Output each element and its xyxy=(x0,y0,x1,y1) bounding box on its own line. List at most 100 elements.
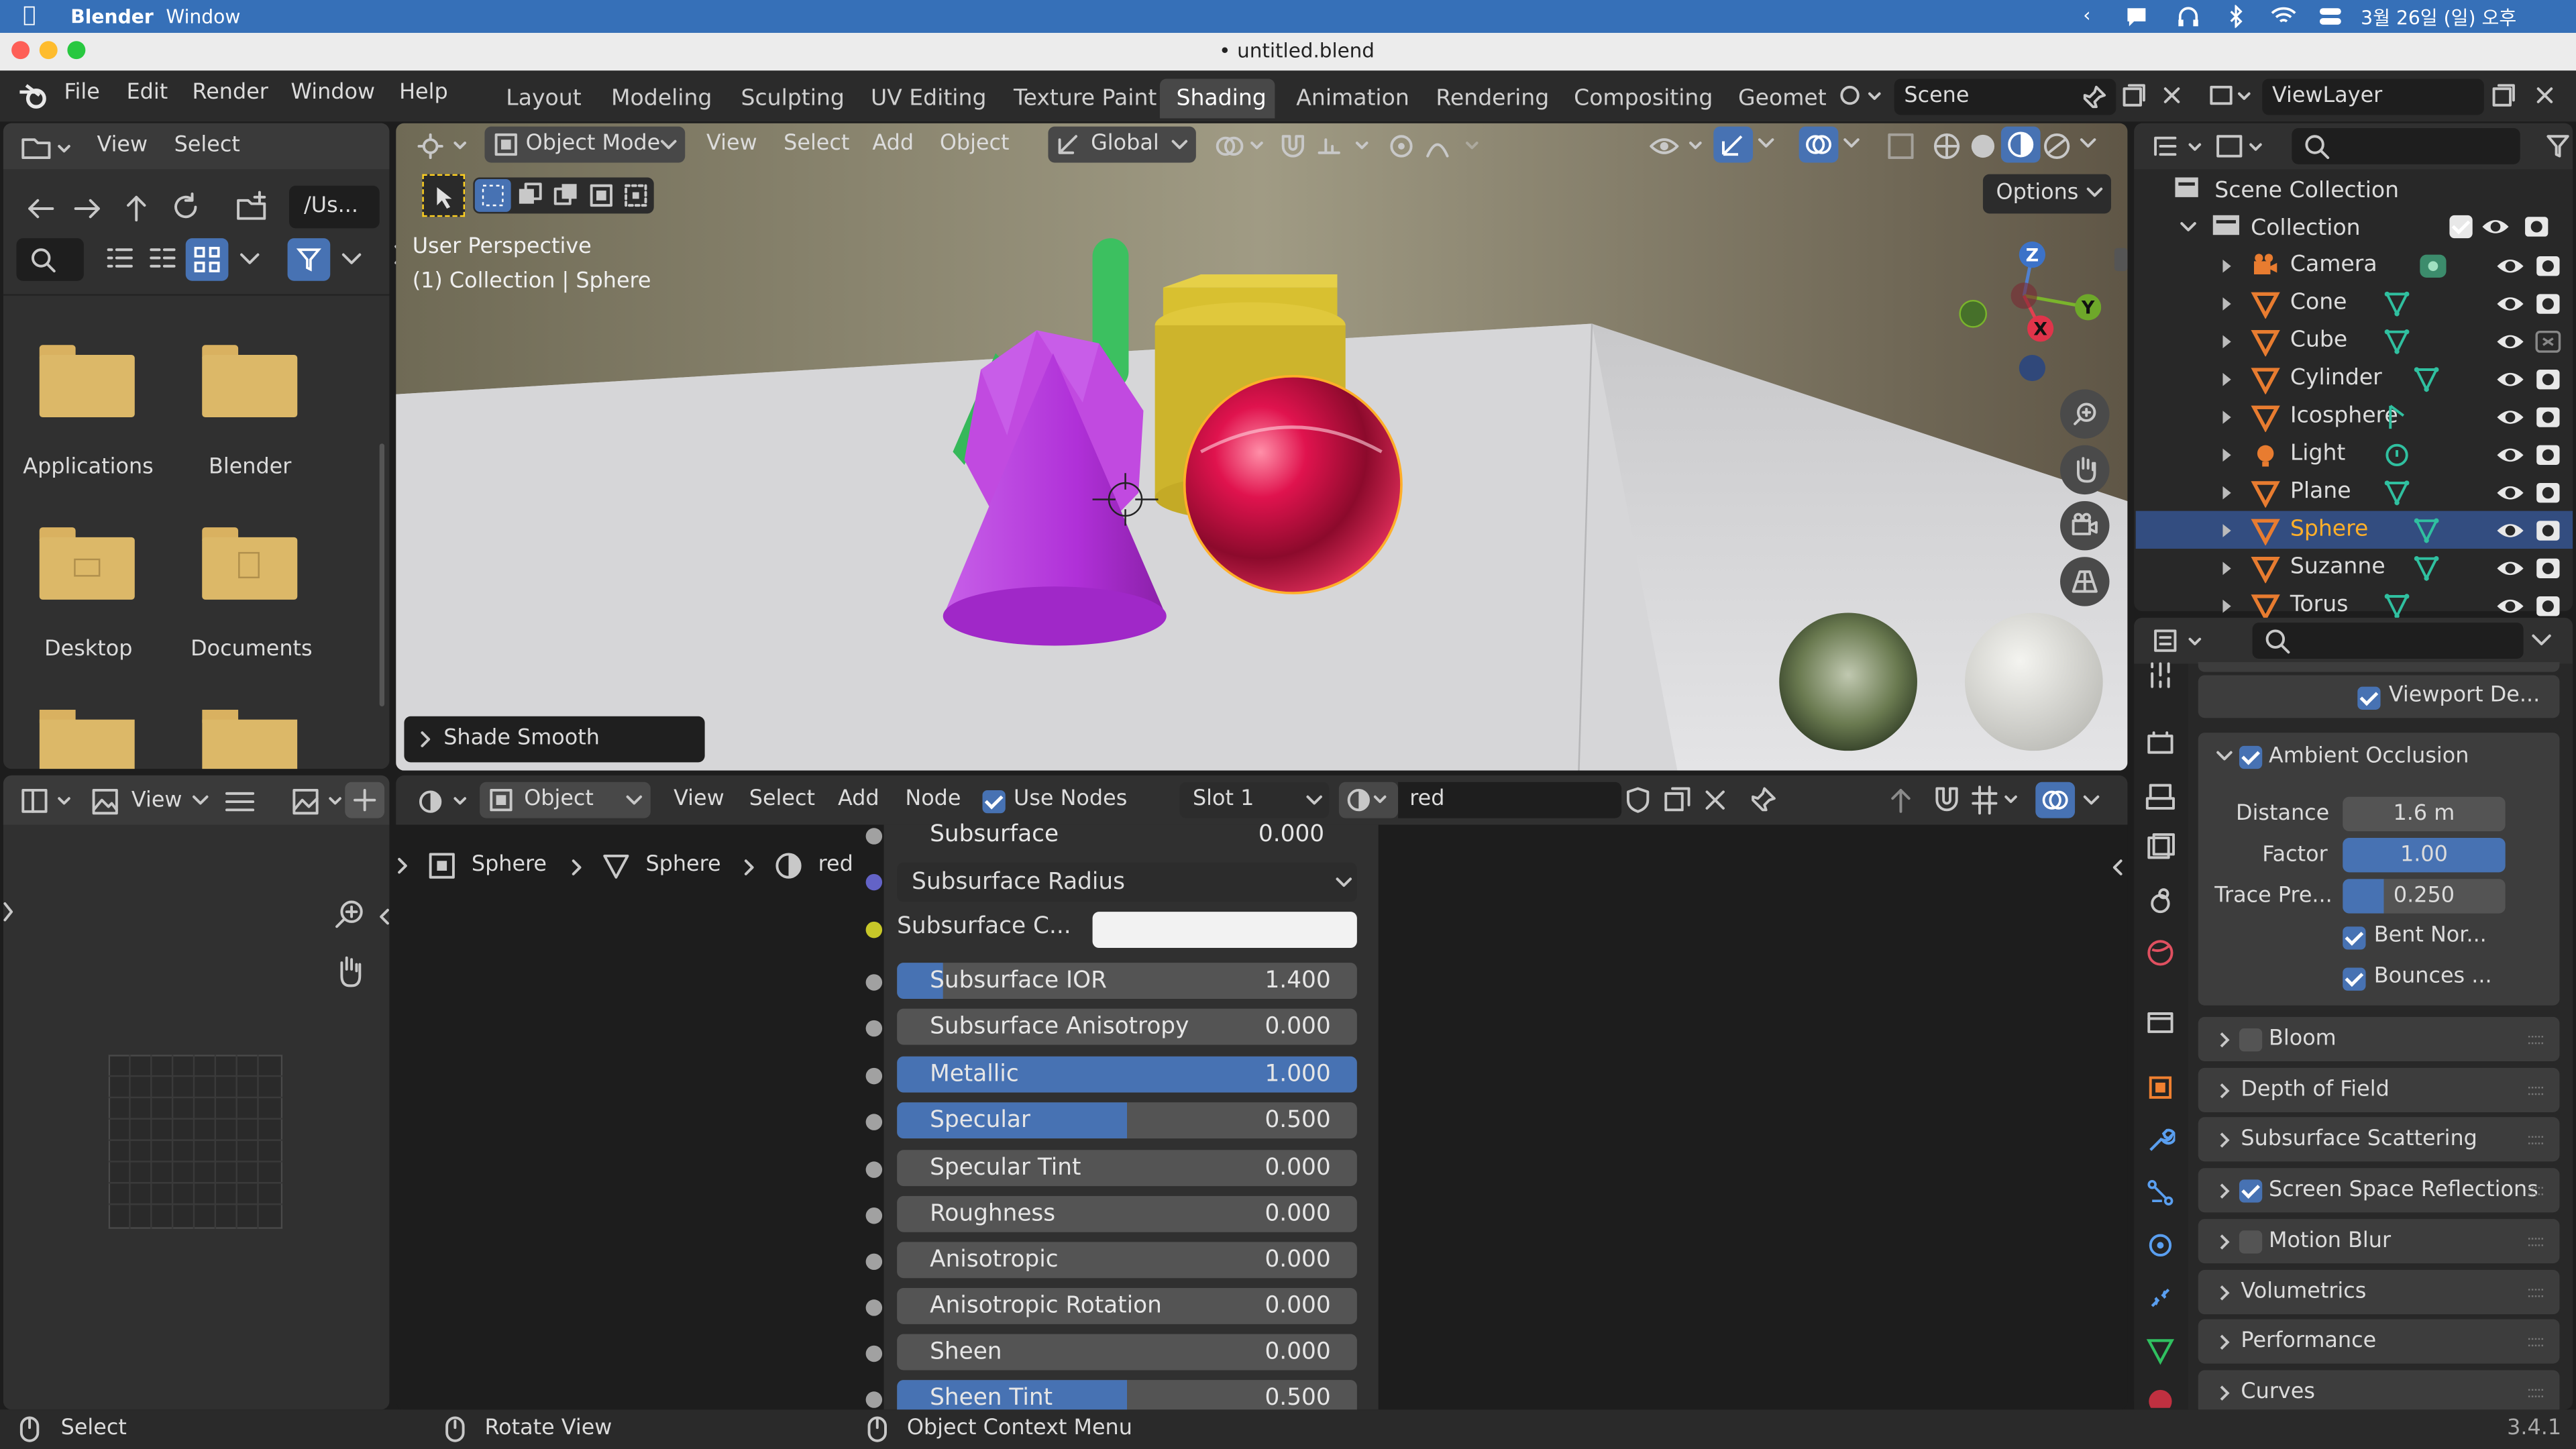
file-search-field[interactable] xyxy=(16,238,84,281)
subsurface-method-dropdown[interactable]: Subsurface Radius xyxy=(897,862,1357,902)
workspace-tab-layout[interactable]: Layout xyxy=(506,85,581,111)
duplicate-material-icon[interactable] xyxy=(1662,786,1692,815)
socket[interactable] xyxy=(865,1345,883,1362)
collection-tab-icon[interactable] xyxy=(2145,1007,2175,1036)
mac-menu-window[interactable]: Window xyxy=(166,5,240,28)
xray-toggle-icon[interactable] xyxy=(1884,129,1917,162)
expand-arrow-icon[interactable] xyxy=(2221,523,2235,539)
material-slot-dropdown[interactable]: Slot 1 xyxy=(1179,782,1330,818)
movies-folder-icon[interactable] xyxy=(202,709,298,769)
properties-section-motion-blur[interactable]: Motion Blur xyxy=(2198,1218,2560,1263)
chevron-down-icon[interactable] xyxy=(237,248,263,271)
expand-arrow-icon[interactable] xyxy=(2221,296,2235,312)
socket[interactable] xyxy=(865,974,883,991)
folder-label[interactable]: Documents xyxy=(191,637,313,662)
file-path-field[interactable]: /Us... xyxy=(289,185,380,229)
drag-handle-icon[interactable] xyxy=(2527,1237,2546,1247)
snap-grid-icon[interactable] xyxy=(1970,786,2019,815)
fake-user-shield-icon[interactable] xyxy=(1623,786,1653,815)
distance-field[interactable]: 1.6 m xyxy=(2343,796,2506,832)
drag-handle-icon[interactable] xyxy=(2527,1338,2546,1348)
eye-icon[interactable] xyxy=(2496,443,2525,466)
sidebar-toggle-tab[interactable] xyxy=(2114,248,2128,272)
chevron-down-icon[interactable] xyxy=(191,792,210,811)
world-tab-icon[interactable] xyxy=(2145,938,2175,967)
outliner-item-icosphere[interactable]: Icosphere xyxy=(2136,398,2573,435)
scene-tab-icon[interactable] xyxy=(2145,885,2175,915)
bounces-approx-checkbox[interactable] xyxy=(2343,967,2366,991)
physics-tab-icon[interactable] xyxy=(2145,1230,2175,1260)
render-camera-icon[interactable] xyxy=(2535,253,2561,279)
socket[interactable] xyxy=(865,873,883,891)
select-subtract-icon[interactable] xyxy=(552,182,582,209)
editor-type-icon[interactable] xyxy=(19,133,75,162)
subsurface-value[interactable]: 0.000 xyxy=(1258,821,1324,847)
chevron-down-icon[interactable] xyxy=(2214,749,2234,765)
camera-view-button[interactable] xyxy=(2060,500,2110,551)
shader-type-dropdown[interactable]: Object xyxy=(480,782,651,818)
node-select-menu[interactable]: Select xyxy=(749,787,815,812)
menu-file[interactable]: File xyxy=(64,80,100,105)
workspace-tab-sculpting[interactable]: Sculpting xyxy=(741,85,844,111)
pan-view-button[interactable] xyxy=(325,948,374,997)
object-data-icon[interactable] xyxy=(2382,402,2412,432)
chevron-down-icon[interactable] xyxy=(2078,135,2098,154)
folder-label[interactable]: Applications xyxy=(23,455,154,480)
editor-type-icon[interactable] xyxy=(19,786,75,818)
menu-edit[interactable]: Edit xyxy=(127,80,168,105)
node-input-field[interactable]: Specular 0.500 xyxy=(897,1102,1357,1139)
eye-icon[interactable] xyxy=(2496,368,2525,391)
object-data-icon[interactable] xyxy=(2382,327,2412,356)
new-folder-icon[interactable] xyxy=(233,189,273,225)
control-center-icon[interactable] xyxy=(2318,5,2343,28)
chevron-left-icon[interactable] xyxy=(2111,857,2125,877)
new-scene-icon[interactable] xyxy=(2121,82,2147,108)
socket[interactable] xyxy=(865,921,883,938)
select-new-mode-button[interactable] xyxy=(474,178,511,212)
last-operator-panel[interactable]: Shade Smooth xyxy=(404,716,705,763)
refresh-icon[interactable] xyxy=(168,191,204,223)
expand-arrow-icon[interactable] xyxy=(2221,371,2235,387)
subsurface-color-swatch[interactable] xyxy=(1092,912,1357,949)
node-add-menu[interactable]: Add xyxy=(838,787,879,812)
node-input-field[interactable]: Anisotropic 0.000 xyxy=(897,1242,1357,1279)
workspace-tab-texture-paint[interactable]: Texture Paint xyxy=(1014,85,1157,111)
render-camera-icon[interactable] xyxy=(2535,329,2561,355)
overlays-toggle-button[interactable] xyxy=(1799,126,1839,163)
wireframe-shading-icon[interactable] xyxy=(1931,129,1964,162)
outliner-item-plane[interactable]: Plane xyxy=(2136,473,2573,511)
chevron-left-icon[interactable] xyxy=(378,907,391,926)
wifi-icon[interactable] xyxy=(2270,5,2296,26)
properties-section-bloom[interactable]: Bloom xyxy=(2198,1016,2560,1062)
expand-arrow-icon[interactable] xyxy=(2221,484,2235,500)
section-enable-checkbox[interactable] xyxy=(2239,1230,2263,1254)
image-view-dropdown[interactable]: View xyxy=(131,789,182,814)
select-invert-icon[interactable] xyxy=(588,182,618,209)
particles-tab-icon[interactable] xyxy=(2145,1178,2175,1208)
socket[interactable] xyxy=(865,1391,883,1408)
falloff-curve-icon[interactable] xyxy=(1424,129,1483,162)
eye-icon[interactable] xyxy=(2496,292,2525,315)
properties-section-subsurface-scattering[interactable]: Subsurface Scattering xyxy=(2198,1118,2560,1163)
chevron-down-icon[interactable] xyxy=(2082,792,2101,811)
image-browse-icon[interactable] xyxy=(290,786,350,818)
object-mode-dropdown[interactable]: Object Mode xyxy=(484,126,686,163)
back-arrow-icon[interactable] xyxy=(23,194,59,223)
chevron-left-icon[interactable]: ‹ xyxy=(2083,3,2090,26)
view-layer-tab-icon[interactable] xyxy=(2145,833,2175,863)
apple-icon[interactable]:  xyxy=(23,3,36,28)
modifier-wrench-icon[interactable] xyxy=(2145,1126,2176,1155)
bluetooth-icon[interactable] xyxy=(2226,5,2245,28)
socket[interactable] xyxy=(865,1161,883,1178)
socket[interactable] xyxy=(865,828,883,845)
scene-field[interactable]: Scene xyxy=(1894,78,2116,115)
object-data-icon[interactable] xyxy=(2382,289,2412,319)
folder-icon[interactable] xyxy=(39,345,135,421)
perspective-toggle-button[interactable] xyxy=(2060,557,2110,606)
menu-help[interactable]: Help xyxy=(399,80,448,105)
subsurface-label[interactable]: Subsurface xyxy=(930,821,1059,847)
view-layer-field[interactable]: ViewLayer xyxy=(2262,78,2484,115)
collection-label[interactable]: Collection xyxy=(2251,215,2361,241)
viewport-view-menu[interactable]: View xyxy=(706,131,757,156)
properties-section-depth-of-field[interactable]: Depth of Field xyxy=(2198,1067,2560,1112)
